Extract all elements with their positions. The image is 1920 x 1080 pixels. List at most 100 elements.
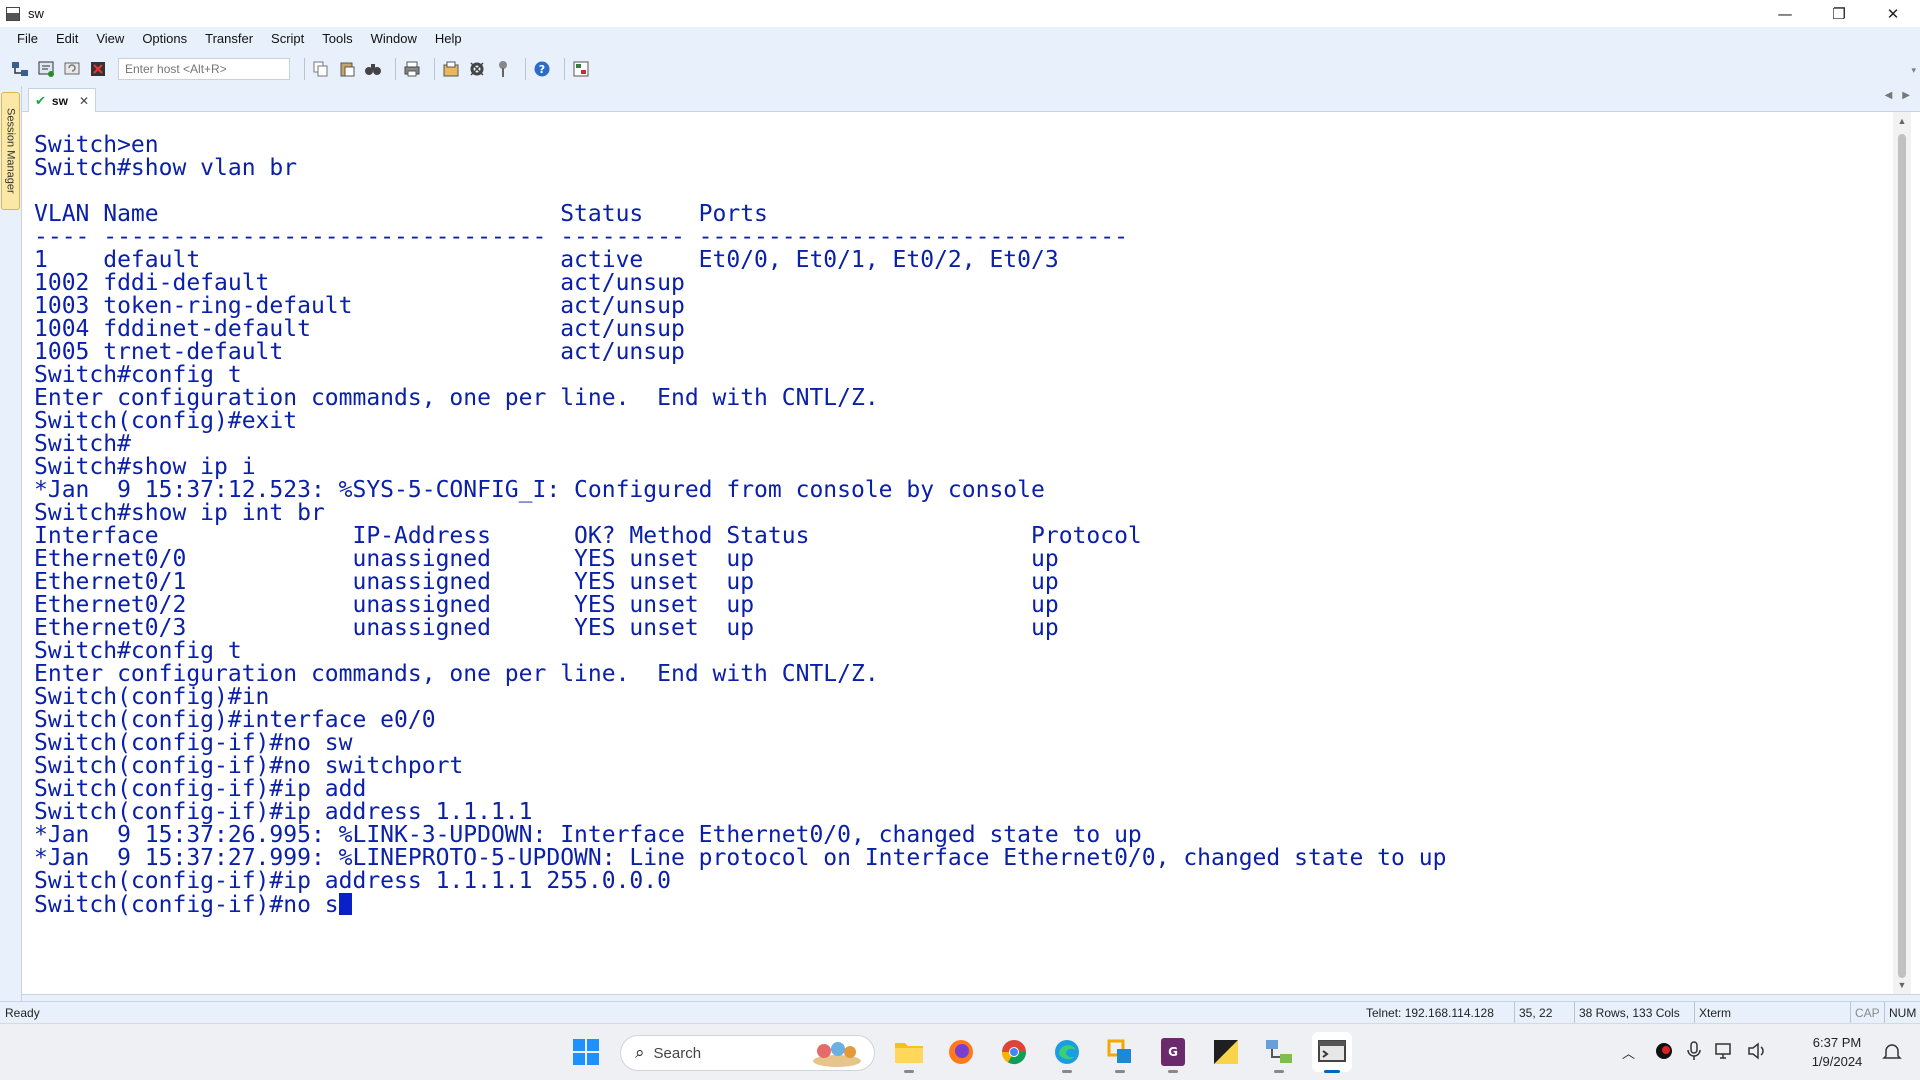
terminal-line: 1004 fddinet-default act/unsup — [34, 316, 685, 342]
tray-app-icon[interactable] — [1655, 1042, 1673, 1064]
quick-connect-icon[interactable] — [36, 59, 56, 79]
terminal-output[interactable]: Switch>en Switch#show vlan br VLAN Name St… — [30, 112, 1890, 994]
restore-button[interactable]: ❐ — [1812, 0, 1866, 27]
terminal-cursor — [338, 893, 352, 915]
terminal-line: Ethernet0/1 unassigned YES unset up up — [34, 569, 1059, 595]
menu-help[interactable]: Help — [426, 27, 471, 51]
menu-file[interactable]: File — [8, 27, 47, 51]
pdf-icon: G — [1161, 1038, 1185, 1066]
menu-view[interactable]: View — [87, 27, 133, 51]
taskbar-pdf-app[interactable]: G — [1153, 1032, 1193, 1073]
menu-script[interactable]: Script — [262, 27, 313, 51]
microphone-icon[interactable] — [1687, 1040, 1701, 1065]
tab-scroll-right-icon[interactable]: ▶ — [1902, 90, 1910, 101]
status-caps-lock: CAP — [1850, 1002, 1884, 1024]
help-icon[interactable]: ? — [532, 59, 552, 79]
tab-sw[interactable]: ✔ sw ✕ — [28, 88, 96, 112]
print-icon[interactable] — [402, 59, 422, 79]
taskbar-network-app[interactable] — [1259, 1032, 1299, 1073]
taskbar-notes-app[interactable] — [1206, 1032, 1246, 1072]
status-cursor-position: 35, 22 — [1514, 1002, 1574, 1024]
taskbar-firefox[interactable] — [941, 1032, 981, 1072]
status-terminal-size: 38 Rows, 133 Cols — [1574, 1002, 1694, 1024]
sftp-icon[interactable] — [571, 59, 591, 79]
terminal-line: 1005 trnet-default act/unsup — [34, 339, 685, 365]
copy-icon[interactable] — [311, 59, 331, 79]
folder-icon — [895, 1043, 923, 1063]
start-button[interactable] — [566, 1032, 606, 1072]
edge-icon — [1055, 1040, 1079, 1064]
reconnect-icon[interactable] — [62, 59, 82, 79]
terminal-line: Ethernet0/0 unassigned YES unset up up — [34, 546, 1059, 572]
terminal-line: Switch(config)#in — [34, 684, 270, 710]
disconnect-icon[interactable] — [88, 59, 108, 79]
title-bar: sw — ❐ ✕ — [0, 0, 1920, 27]
terminal-line: Switch# — [34, 431, 131, 457]
toolbar-separator — [434, 57, 435, 80]
status-num-lock: NUM — [1884, 1002, 1920, 1024]
taskbar-securecrt[interactable] — [1312, 1032, 1352, 1073]
terminal-line: Interface IP-Address OK? Method Status P… — [34, 523, 1142, 549]
terminal-line: Switch(config-if)#ip address 1.1.1.1 — [34, 799, 533, 825]
scroll-up-icon[interactable]: ▲ — [1893, 114, 1911, 128]
status-bar: Ready Telnet: 192.168.114.128 35, 22 38 … — [0, 1001, 1920, 1024]
tab-scroll-left-icon[interactable]: ◀ — [1885, 90, 1893, 101]
status-connection: Telnet: 192.168.114.128 — [1366, 1006, 1494, 1020]
scroll-down-icon[interactable]: ▼ — [1893, 978, 1911, 992]
window-controls: — ❐ ✕ — [1758, 0, 1920, 27]
taskbar-clock[interactable]: 6:37 PM 1/9/2024 — [1796, 1033, 1878, 1071]
tray-chevron-up-icon[interactable]: ︿ — [1622, 1043, 1635, 1062]
terminal-scrollbar[interactable]: ▲ ▼ — [1893, 112, 1911, 994]
session-manager-tab[interactable]: Session Manager — [1, 92, 20, 210]
running-indicator — [1274, 1070, 1284, 1073]
toolbar-separator — [525, 57, 526, 80]
system-tray: ︿ — [1622, 1024, 1767, 1080]
terminal-line: Switch(config-if)#ip add — [34, 776, 367, 802]
taskbar-remote-app[interactable] — [1100, 1032, 1140, 1073]
prompt-text: Switch(config-if)#no s — [34, 892, 339, 918]
find-icon[interactable] — [363, 59, 383, 79]
notifications-icon[interactable] — [1882, 1042, 1902, 1067]
session-options-icon[interactable] — [441, 59, 461, 79]
connect-icon[interactable] — [10, 59, 30, 79]
terminal-line: Switch#show ip int br — [34, 500, 325, 526]
terminal-line: Switch(config-if)#no switchport — [34, 753, 464, 779]
network-icon[interactable] — [1715, 1042, 1735, 1064]
taskbar-edge[interactable] — [1047, 1032, 1087, 1073]
paste-icon[interactable] — [337, 59, 357, 79]
terminal-lines: Switch>en Switch#show vlan br VLAN Name St… — [34, 132, 1447, 918]
taskbar-search-box[interactable]: ⌕ Search — [620, 1035, 875, 1071]
network-app-icon — [1266, 1040, 1292, 1063]
terminal-line: 1002 fddi-default act/unsup — [34, 270, 685, 296]
securecrt-window: sw — ❐ ✕ File Edit View Options Transfer… — [0, 0, 1920, 1080]
chrome-icon — [1002, 1040, 1026, 1065]
global-options-icon[interactable] — [467, 59, 487, 79]
taskbar-file-explorer[interactable] — [889, 1032, 929, 1073]
terminal-line: *Jan 9 15:37:27.999: %LINEPROTO-5-UPDOWN… — [34, 845, 1447, 871]
terminal-line: ---- -------------------------------- --… — [34, 224, 1128, 250]
volume-icon[interactable] — [1747, 1041, 1767, 1064]
terminal-line: Switch(config-if)#ip address 1.1.1.1 255… — [34, 868, 671, 894]
terminal-app-icon — [6, 6, 20, 21]
host-input[interactable] — [118, 57, 290, 80]
terminal-line: Switch#config t — [34, 638, 242, 664]
taskbar-chrome[interactable] — [994, 1032, 1034, 1072]
svg-text:G: G — [1168, 1045, 1178, 1059]
minimize-button[interactable]: — — [1758, 0, 1812, 27]
close-button[interactable]: ✕ — [1866, 0, 1920, 27]
status-ready: Ready — [5, 1006, 40, 1020]
menu-transfer[interactable]: Transfer — [196, 27, 262, 51]
menu-window[interactable]: Window — [362, 27, 426, 51]
scrollbar-thumb[interactable] — [1898, 134, 1906, 978]
keymap-icon[interactable] — [493, 59, 513, 79]
terminal-line: Switch>en — [34, 132, 159, 158]
toolbar-overflow-icon[interactable]: ▾ — [1911, 65, 1916, 76]
menu-edit[interactable]: Edit — [47, 27, 87, 51]
tab-close-icon[interactable]: ✕ — [79, 94, 89, 108]
terminal-line: 1003 token-ring-default act/unsup — [34, 293, 685, 319]
securecrt-icon — [1318, 1040, 1346, 1062]
menu-tools[interactable]: Tools — [313, 27, 361, 51]
menu-options[interactable]: Options — [133, 27, 196, 51]
tab-label: sw — [51, 93, 68, 108]
